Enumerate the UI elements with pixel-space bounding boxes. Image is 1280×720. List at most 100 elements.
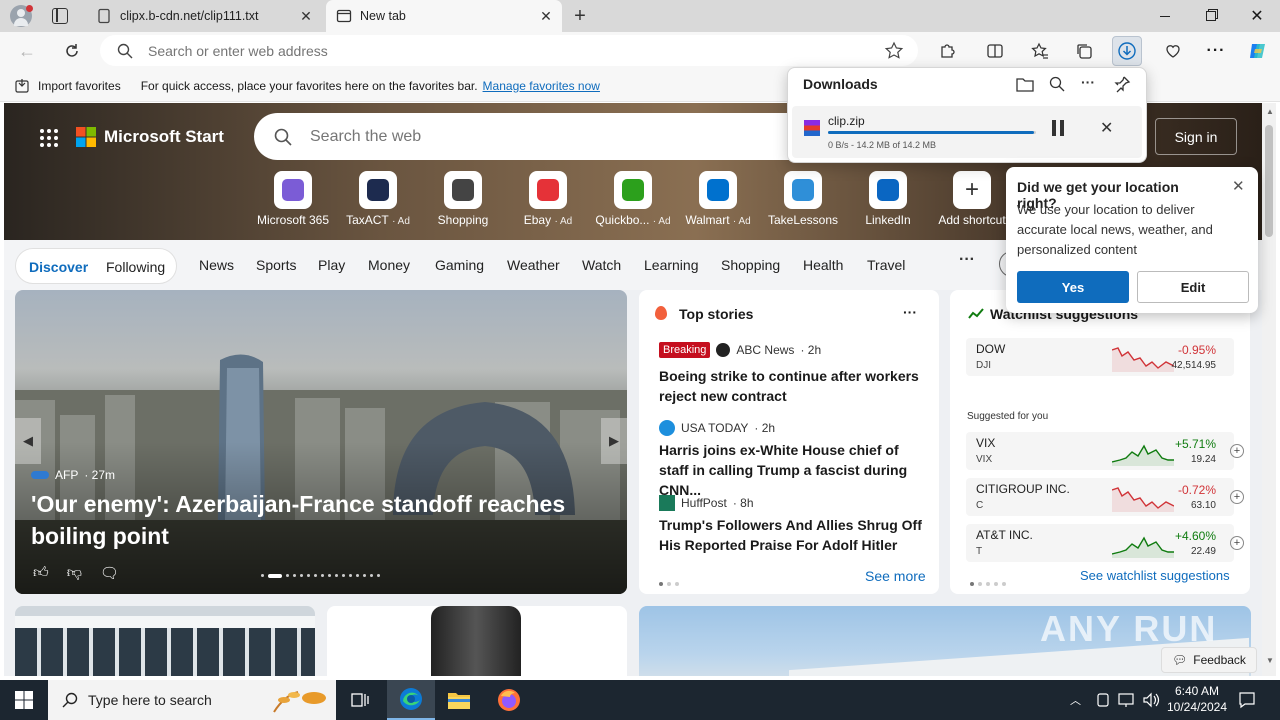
- show-hidden-icons[interactable]: ︿: [1070, 692, 1081, 708]
- nav-health[interactable]: Health: [803, 257, 843, 273]
- split-screen-button[interactable]: [980, 36, 1010, 66]
- carousel-dot[interactable]: [307, 574, 310, 577]
- carousel-dot[interactable]: [300, 574, 303, 577]
- downloads-more-icon[interactable]: ···: [1081, 74, 1095, 90]
- stock-row[interactable]: CITIGROUP INC. C -0.72% 63.10 +: [966, 478, 1244, 516]
- nav-watch[interactable]: Watch: [582, 257, 621, 273]
- shortcut-ebay[interactable]: Ebay · Ad: [506, 171, 590, 227]
- stock-row[interactable]: VIX VIX +5.71% 19.24 +: [966, 432, 1244, 470]
- discover-tab[interactable]: Discover: [29, 259, 88, 275]
- close-popup-icon[interactable]: ✕: [1232, 177, 1245, 195]
- carousel-dot[interactable]: [342, 574, 345, 577]
- carousel-dot[interactable]: [286, 574, 289, 577]
- carousel-dot[interactable]: [335, 574, 338, 577]
- add-to-watchlist-icon[interactable]: +: [1230, 444, 1244, 458]
- scrollbar-thumb[interactable]: [1265, 125, 1273, 237]
- collections-button[interactable]: [1069, 36, 1099, 66]
- article-card[interactable]: [327, 606, 627, 676]
- import-favorites-button[interactable]: Import favorites: [38, 79, 121, 93]
- shortcut-shopping-tag[interactable]: Shopping: [421, 171, 505, 227]
- browser-essentials-button[interactable]: [1158, 36, 1188, 66]
- carousel-dot[interactable]: [321, 574, 324, 577]
- nav-play[interactable]: Play: [318, 257, 345, 273]
- favorites-button[interactable]: [1025, 36, 1055, 66]
- task-view-button[interactable]: [336, 680, 384, 720]
- yes-button[interactable]: Yes: [1017, 271, 1129, 303]
- close-tab-icon[interactable]: ✕: [298, 8, 314, 24]
- settings-more-button[interactable]: ···: [1201, 36, 1231, 66]
- nav-money[interactable]: Money: [368, 257, 410, 273]
- cancel-download-icon[interactable]: ✕: [1100, 118, 1113, 138]
- pause-icon[interactable]: [1052, 120, 1066, 136]
- stock-row[interactable]: AT&T INC. T +4.60% 22.49 +: [966, 524, 1244, 562]
- app-launcher-icon[interactable]: [39, 128, 59, 148]
- carousel-dot[interactable]: [377, 574, 380, 577]
- see-more-link[interactable]: See more: [865, 568, 926, 584]
- shortcut-walmart[interactable]: Walmart · Ad: [676, 171, 760, 227]
- nav-weather[interactable]: Weather: [507, 257, 560, 273]
- pin-icon[interactable]: [1113, 75, 1131, 93]
- minimize-button[interactable]: [1142, 0, 1188, 32]
- shortcut-linkedin[interactable]: LinkedIn: [846, 171, 930, 227]
- carousel-dot[interactable]: [328, 574, 331, 577]
- sign-in-button[interactable]: Sign in: [1155, 118, 1237, 155]
- search-downloads-icon[interactable]: [1049, 76, 1065, 92]
- nav-travel[interactable]: Travel: [867, 257, 905, 273]
- dislike-icon[interactable]: 👎︎: [67, 564, 82, 582]
- shortcut-plus[interactable]: + Add shortcut: [930, 171, 1014, 227]
- close-window-button[interactable]: ✕: [1234, 0, 1280, 32]
- page-scrollbar[interactable]: ▲ ▼: [1262, 103, 1276, 676]
- like-icon[interactable]: 👍︎: [33, 564, 49, 582]
- more-categories-button[interactable]: ···: [959, 251, 975, 269]
- carousel-dot[interactable]: [356, 574, 359, 577]
- shortcut-microsoft365[interactable]: Microsoft 365: [251, 171, 335, 227]
- carousel-next-button[interactable]: ▶: [601, 418, 627, 464]
- favorite-star-icon[interactable]: [884, 41, 904, 61]
- tab-clip111[interactable]: clipx.b-cdn.net/clip111.txt ✕: [86, 0, 322, 32]
- nav-news[interactable]: News: [199, 257, 234, 273]
- tab-new-tab[interactable]: New tab ✕: [326, 0, 562, 32]
- firefox-button[interactable]: [485, 680, 533, 720]
- tab-actions-icon[interactable]: [52, 8, 68, 24]
- article-card[interactable]: [15, 606, 315, 676]
- carousel-dot[interactable]: [363, 574, 366, 577]
- copilot-button[interactable]: [1243, 36, 1273, 66]
- add-to-watchlist-icon[interactable]: +: [1230, 490, 1244, 504]
- device-icon[interactable]: [1095, 692, 1111, 708]
- carousel-prev-button[interactable]: ◀: [15, 418, 41, 464]
- hero-article[interactable]: ◀ ▶ AFP · 27m 'Our enemy': Azerbaijan-Fr…: [15, 290, 627, 594]
- carousel-dot[interactable]: [370, 574, 373, 577]
- new-tab-plus-icon[interactable]: +: [568, 4, 592, 28]
- open-folder-icon[interactable]: [1016, 76, 1034, 92]
- taskbar-search[interactable]: Type here to search: [48, 680, 336, 720]
- top-stories-more-button[interactable]: ···: [903, 304, 917, 320]
- address-bar[interactable]: [100, 35, 918, 66]
- nav-sports[interactable]: Sports: [256, 257, 296, 273]
- start-button[interactable]: [0, 680, 48, 720]
- carousel-dot[interactable]: [293, 574, 296, 577]
- refresh-button[interactable]: [57, 36, 87, 66]
- stock-row[interactable]: DOW DJI -0.95% 42,514.95: [966, 338, 1234, 376]
- nav-shopping[interactable]: Shopping: [721, 257, 780, 273]
- carousel-dot[interactable]: [314, 574, 317, 577]
- microsoft-start-logo[interactable]: Microsoft Start: [76, 127, 224, 147]
- volume-icon[interactable]: [1142, 692, 1160, 708]
- nav-gaming[interactable]: Gaming: [435, 257, 484, 273]
- download-item[interactable]: clip.zip 0 B/s - 14.2 MB of 14.2 MB ✕: [792, 106, 1142, 158]
- back-button[interactable]: ←: [12, 36, 42, 66]
- story-title[interactable]: Trump's Followers And Allies Shrug Off H…: [659, 515, 925, 555]
- manage-favorites-link[interactable]: Manage favorites now: [483, 79, 600, 93]
- comment-icon[interactable]: 🗨︎: [100, 564, 119, 582]
- notifications-icon[interactable]: [1238, 691, 1256, 709]
- following-tab[interactable]: Following: [106, 259, 165, 275]
- close-tab-icon[interactable]: ✕: [538, 8, 554, 24]
- feedback-button[interactable]: 💬︎ Feedback: [1161, 647, 1257, 673]
- download-file-name[interactable]: clip.zip: [828, 114, 865, 128]
- address-input[interactable]: [148, 42, 828, 59]
- edge-taskbar-button[interactable]: [387, 680, 435, 720]
- story-title[interactable]: Boeing strike to continue after workers …: [659, 366, 925, 406]
- see-watchlist-link[interactable]: See watchlist suggestions: [1080, 568, 1230, 583]
- shortcut-taxact[interactable]: TaxACT · Ad: [336, 171, 420, 227]
- add-to-watchlist-icon[interactable]: +: [1230, 536, 1244, 550]
- clock[interactable]: 6:40 AM 10/24/2024: [1162, 683, 1232, 715]
